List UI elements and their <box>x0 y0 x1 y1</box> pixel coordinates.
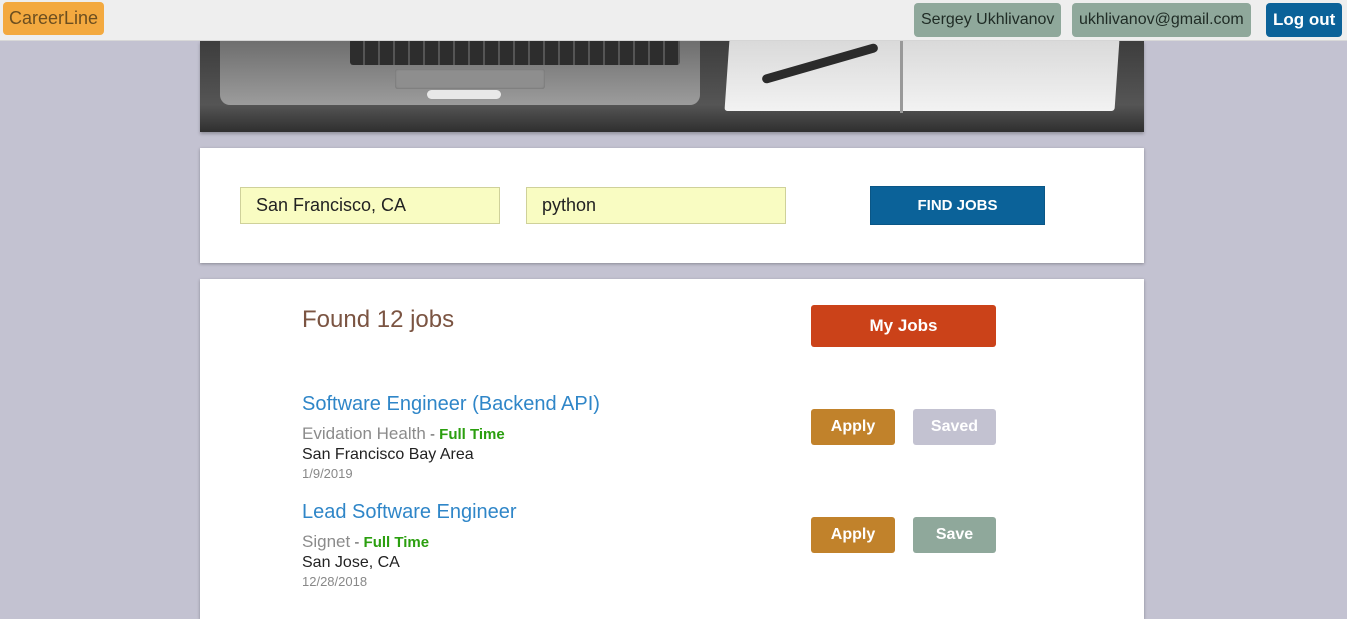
user-email-chip: ukhlivanov@gmail.com <box>1072 3 1251 37</box>
job-type: Full Time <box>363 534 430 551</box>
keyword-input[interactable]: python <box>526 187 786 224</box>
user-name-chip: Sergey Ukhlivanov <box>914 3 1062 37</box>
job-meta: Signet - Full Time <box>302 532 429 552</box>
saved-button[interactable]: Saved <box>913 409 996 445</box>
job-type: Full Time <box>439 426 505 443</box>
laptop-latch <box>427 90 501 99</box>
job-listing: Software Engineer (Backend API) Evidatio… <box>200 393 1144 493</box>
hero-banner-image <box>200 41 1144 132</box>
job-location: San Francisco Bay Area <box>302 446 474 463</box>
job-location: San Jose, CA <box>302 554 400 571</box>
job-search-panel: San Francisco, CA python FIND JOBS <box>200 148 1144 263</box>
job-listing: Lead Software Engineer Signet - Full Tim… <box>200 501 1144 601</box>
my-jobs-button[interactable]: My Jobs <box>811 305 996 347</box>
results-count: Found 12 jobs <box>302 306 455 333</box>
apply-button[interactable]: Apply <box>811 409 895 445</box>
save-button[interactable]: Save <box>913 517 996 553</box>
meta-separator: - <box>425 426 440 443</box>
company-name: Evidation Health <box>302 424 426 443</box>
company-name: Signet <box>302 532 351 551</box>
trackpad-illustration <box>395 69 545 89</box>
job-title-link[interactable]: Software Engineer (Backend API) <box>302 393 600 416</box>
find-jobs-button[interactable]: FIND JOBS <box>870 186 1045 225</box>
laptop-illustration <box>220 41 700 105</box>
apply-button[interactable]: Apply <box>811 517 895 553</box>
job-meta: Evidation Health - Full Time <box>302 424 505 444</box>
notebook-spine <box>900 41 903 113</box>
location-input[interactable]: San Francisco, CA <box>240 187 500 224</box>
logout-button[interactable]: Log out <box>1266 3 1343 37</box>
job-date: 1/9/2019 <box>302 466 353 481</box>
meta-separator: - <box>350 534 364 551</box>
brand-logo[interactable]: CareerLine <box>3 2 105 35</box>
top-navbar: CareerLine Sergey Ukhlivanov ukhlivanov@… <box>0 0 1347 41</box>
results-panel: Found 12 jobs My Jobs Software Engineer … <box>200 279 1144 619</box>
keyboard-illustration <box>350 41 680 65</box>
job-title-link[interactable]: Lead Software Engineer <box>302 501 517 524</box>
job-date: 12/28/2018 <box>302 574 368 589</box>
